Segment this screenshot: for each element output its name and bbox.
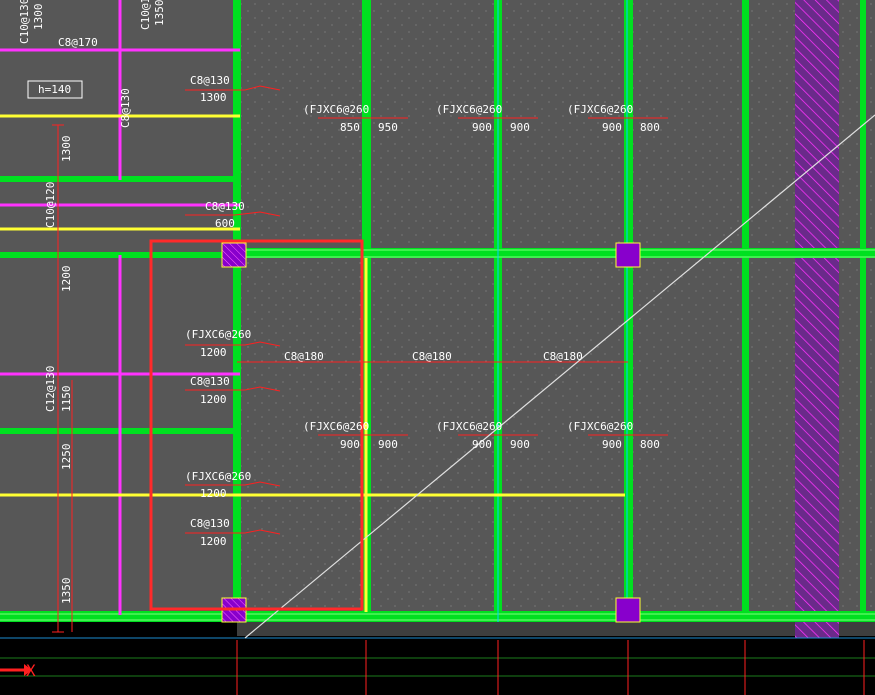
bottom-slab-strip (237, 622, 875, 636)
label-c12-130-v: C12@130 (44, 366, 57, 412)
label-t2-a: 900 (472, 121, 492, 134)
cad-drawing-canvas[interactable]: C10@130 1300 C10@12 1350 C8@170 h=140 C8… (0, 0, 875, 695)
label-x-axis: X (26, 661, 36, 680)
label-m1-b: 900 (378, 438, 398, 451)
label-c8-180-c: C8@180 (543, 350, 583, 363)
label-m3-a: 900 (602, 438, 622, 451)
label-1300-a: 1300 (200, 91, 227, 104)
label-1300-v: 1300 (60, 136, 73, 163)
label-fjx-m1: (FJXC6@260 (303, 420, 369, 433)
label-fjx-t2: (FJXC6@260 (436, 103, 502, 116)
label-fjx-l1: (FJXC6@260 (185, 328, 251, 341)
label-m2-b: 900 (510, 438, 530, 451)
label-c8-130-c: C8@130 (190, 375, 230, 388)
label-fjx-m2: (FJXC6@260 (436, 420, 502, 433)
label-t1-a: 850 (340, 121, 360, 134)
label-c8-180-b: C8@180 (412, 350, 452, 363)
label-t3-b: 800 (640, 121, 660, 134)
label-1200-v: 1200 (60, 266, 73, 293)
label-t2-b: 900 (510, 121, 530, 134)
label-c8-130-d: C8@130 (190, 517, 230, 530)
label-c8-180-a: C8@180 (284, 350, 324, 363)
label-m2-a: 900 (472, 438, 492, 451)
label-fjx-m3: (FJXC6@260 (567, 420, 633, 433)
hatched-wall (795, 0, 839, 638)
label-c10-120-v: C10@120 (44, 182, 57, 228)
right-slab-area (237, 0, 875, 622)
label-1150-v: 1150 (60, 386, 73, 413)
label-left-top-v2: 1300 (32, 4, 45, 31)
label-m3-b: 800 (640, 438, 660, 451)
label-c8-130-v: C8@130 (119, 88, 132, 128)
label-1200-d: 1200 (200, 535, 227, 548)
label-left-top-v3: C10@12 (139, 0, 152, 30)
label-1200-a: 1200 (200, 346, 227, 359)
label-fjx-t1: (FJXC6@260 (303, 103, 369, 116)
label-fjx-l2: (FJXC6@260 (185, 470, 251, 483)
label-t3-a: 900 (602, 121, 622, 134)
label-fjx-t3: (FJXC6@260 (567, 103, 633, 116)
label-600: 600 (215, 217, 235, 230)
label-h140: h=140 (38, 83, 71, 96)
label-c8-170: C8@170 (58, 36, 98, 49)
label-c8-130-a: C8@130 (190, 74, 230, 87)
label-left-top-v4: 1350 (153, 0, 166, 26)
label-c8-130-b: C8@130 (205, 200, 245, 213)
label-t1-b: 950 (378, 121, 398, 134)
label-left-top-v1: C10@130 (18, 0, 31, 44)
label-1200-c: 1200 (200, 487, 227, 500)
label-1350-v: 1350 (60, 578, 73, 605)
label-1200-b: 1200 (200, 393, 227, 406)
cad-drawing-svg[interactable]: C10@130 1300 C10@12 1350 C8@170 h=140 C8… (0, 0, 875, 695)
label-1250-v: 1250 (60, 444, 73, 471)
label-m1-a: 900 (340, 438, 360, 451)
